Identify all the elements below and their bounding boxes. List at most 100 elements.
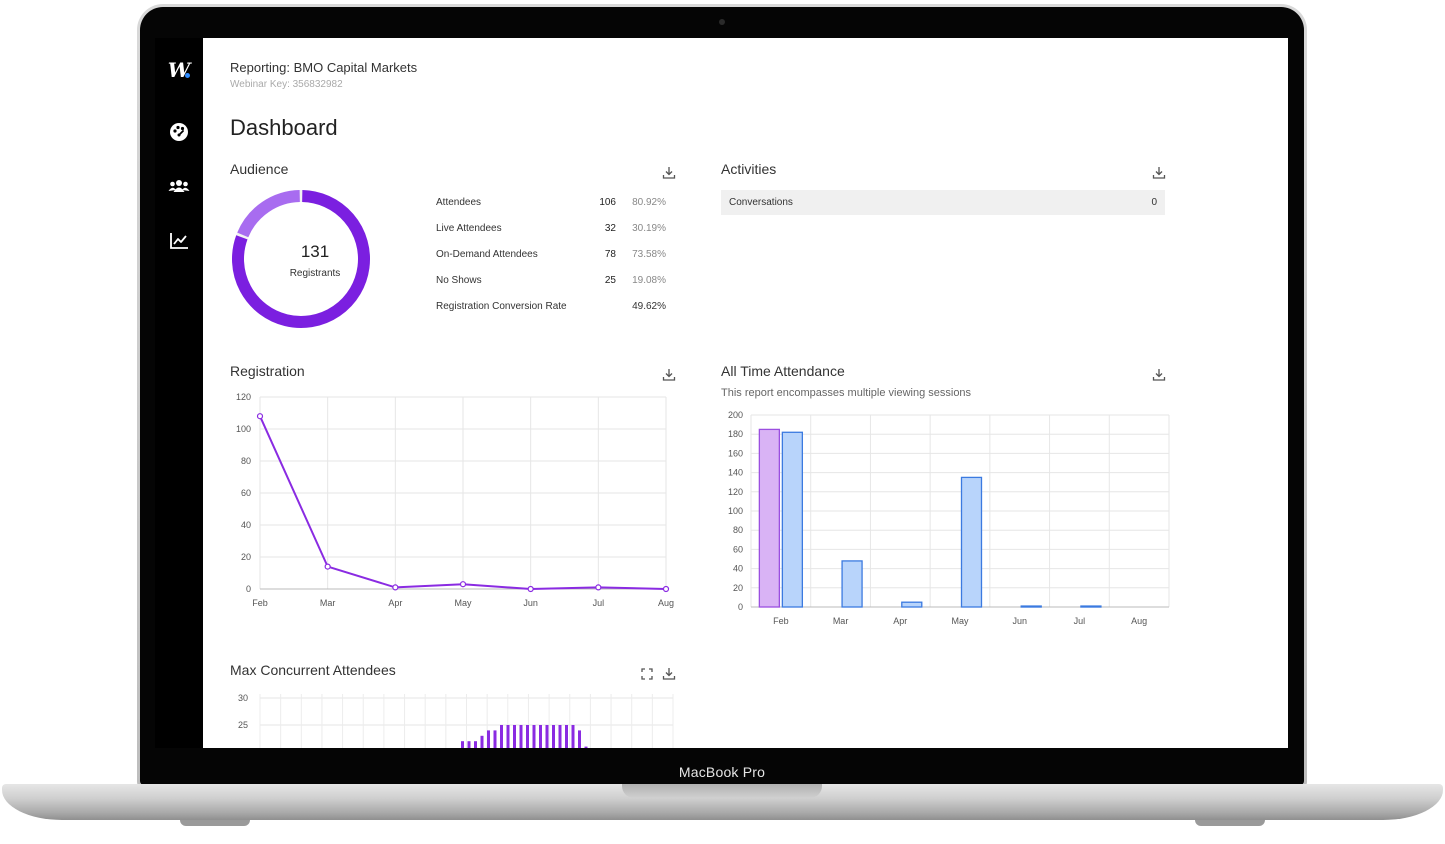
bar [513, 725, 516, 748]
download-icon[interactable] [662, 166, 676, 180]
data-point [256, 413, 264, 420]
y-tick-label: 40 [733, 564, 743, 574]
stat-percent: 80.92% [632, 197, 666, 208]
stat-percent: 19.08% [632, 275, 666, 286]
y-tick-label: 60 [733, 544, 743, 554]
attendance-bar-chart: 0 20 40 60 80 100 120 140 160 180 200 Feb Mar Apr May J… [728, 410, 1170, 626]
bar [584, 746, 588, 748]
bar [781, 431, 804, 608]
x-tick-label: May [454, 598, 472, 608]
y-tick-label: 40 [241, 520, 251, 530]
registrants-count: 131 [300, 242, 330, 261]
registrants-label: Registrants [289, 268, 341, 279]
download-icon[interactable] [662, 667, 676, 681]
data-point [527, 585, 534, 593]
y-tick-label: 80 [241, 456, 251, 466]
bar [461, 741, 464, 748]
data-point [662, 585, 670, 593]
webinar-key: Webinar Key: 356832982 [230, 79, 343, 90]
dashboard-palette-icon[interactable] [167, 120, 191, 144]
bar [1020, 605, 1042, 608]
stat-label: No Shows [436, 275, 482, 286]
expand-icon[interactable] [640, 667, 654, 681]
stat-percent: 73.58% [632, 249, 666, 260]
bar [480, 735, 484, 748]
data-point [392, 584, 399, 591]
logo-icon[interactable]: W [167, 58, 191, 82]
max-concurrent-title: Max Concurrent Attendees [230, 662, 396, 678]
y-tick-label: 180 [728, 429, 743, 439]
y-tick-label: 30 [238, 693, 248, 703]
report-title: Reporting: BMO Capital Markets [230, 60, 418, 75]
main-content: Reporting: BMO Capital Markets Webinar K… [203, 38, 1288, 748]
stat-label: Attendees [436, 197, 482, 208]
y-tick-label: 160 [728, 448, 743, 458]
bar [532, 725, 536, 748]
bar [519, 725, 523, 748]
bar [467, 741, 471, 748]
bar [526, 725, 529, 748]
bar [841, 560, 863, 608]
y-tick-label: 60 [241, 488, 251, 498]
registration-title: Registration [230, 363, 305, 379]
x-tick-label: Jun [1012, 616, 1027, 626]
stat-percent: 30.19% [632, 223, 666, 234]
attendance-title: All Time Attendance [721, 363, 845, 379]
activity-row: Conversations 0 [721, 190, 1165, 215]
page-title: Dashboard [230, 115, 338, 140]
download-icon[interactable] [1152, 166, 1166, 180]
donut-segment-no-shows [237, 190, 301, 238]
x-tick-label: Feb [773, 616, 789, 626]
x-tick-label: Mar [833, 616, 849, 626]
activity-label: Conversations [729, 197, 793, 208]
y-tick-label: 25 [238, 720, 248, 730]
y-tick-label: 0 [738, 602, 743, 612]
x-tick-label: Apr [893, 616, 907, 626]
y-tick-label: 120 [236, 392, 251, 402]
stat-value: 32 [604, 223, 616, 234]
device-label: MacBook Pro [678, 764, 766, 780]
x-tick-label: Feb [252, 598, 268, 608]
x-tick-label: May [951, 616, 969, 626]
bar [493, 730, 497, 748]
attendance-subtitle: This report encompasses multiple viewing… [721, 387, 972, 399]
bar [1080, 605, 1102, 608]
data-point [459, 581, 467, 588]
y-tick-label: 20 [241, 552, 251, 562]
data-point [324, 563, 331, 570]
x-tick-label: Jul [1074, 616, 1086, 626]
y-tick-label: 120 [728, 487, 743, 497]
stat-label: Registration Conversion Rate [436, 301, 567, 312]
bar [758, 428, 781, 608]
bar [500, 725, 503, 748]
x-tick-label: Apr [388, 598, 402, 608]
download-icon[interactable] [1152, 368, 1166, 382]
app-screen: W Reporting: BMO Capital Markets Webinar… [155, 38, 1288, 748]
bar [558, 725, 562, 748]
bar [506, 725, 510, 748]
x-tick-label: Mar [320, 598, 336, 608]
max-concurrent-bar-chart: 25 30 [238, 693, 674, 748]
bar [578, 730, 581, 748]
y-tick-label: 0 [246, 584, 251, 594]
bar [545, 725, 549, 748]
download-icon[interactable] [662, 368, 676, 382]
bar [539, 725, 542, 748]
y-tick-label: 20 [733, 583, 743, 593]
bar [901, 601, 923, 608]
x-tick-label: Jul [593, 598, 605, 608]
x-tick-label: Aug [1131, 616, 1147, 626]
stat-percent: 49.62% [632, 301, 666, 312]
stat-value: 25 [604, 275, 616, 286]
laptop-notch [622, 784, 822, 798]
bar [487, 730, 490, 748]
x-tick-label: Jun [523, 598, 538, 608]
users-icon[interactable] [167, 174, 191, 198]
bar [571, 725, 575, 748]
chart-line-icon[interactable] [167, 229, 191, 253]
bar [552, 725, 555, 748]
activities-title: Activities [721, 161, 777, 177]
registration-line-chart: 0 20 40 60 80 100 120 Feb Mar Apr May Jun Jul Aug [236, 392, 674, 608]
laptop-foot-right [1195, 820, 1265, 826]
x-tick-label: Aug [658, 598, 674, 608]
